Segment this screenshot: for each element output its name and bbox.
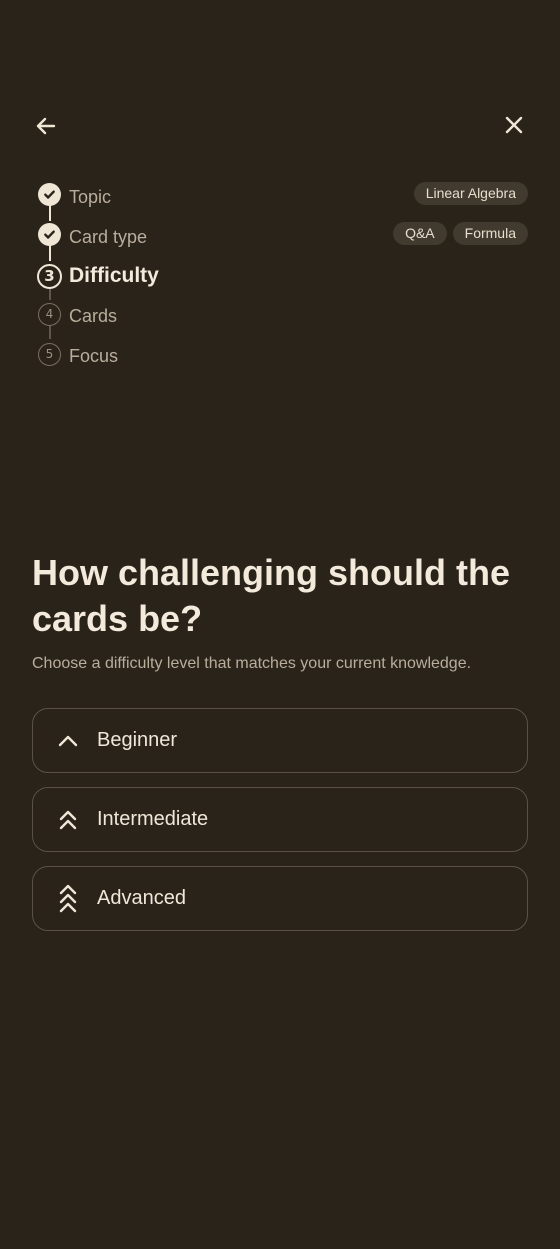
step-label: Focus bbox=[69, 345, 119, 366]
option-label: Intermediate bbox=[97, 808, 209, 830]
step-label: Difficulty bbox=[69, 264, 159, 287]
step-cards: 4 Cards bbox=[38, 300, 528, 328]
step-number-badge: 5 bbox=[38, 342, 61, 366]
step-label: Topic bbox=[69, 186, 112, 207]
step-focus: 5 Focus bbox=[38, 340, 528, 368]
option-label: Advanced bbox=[97, 887, 186, 909]
chevron-up-icon bbox=[56, 726, 80, 756]
check-icon bbox=[38, 182, 61, 206]
selection-chip-card-type: Formula bbox=[452, 222, 528, 245]
close-button[interactable] bbox=[496, 107, 532, 143]
step-difficulty: 3 Difficulty bbox=[37, 262, 528, 290]
option-label: Beginner bbox=[97, 729, 178, 751]
difficulty-option-intermediate[interactable]: Intermediate bbox=[32, 787, 528, 852]
step-label: Cards bbox=[69, 305, 118, 326]
selection-chip-card-type: Q&A bbox=[393, 222, 447, 245]
page-subtitle: Choose a difficulty level that matches y… bbox=[32, 655, 472, 672]
step-number-badge: 3 bbox=[37, 263, 62, 289]
step-number-badge: 4 bbox=[38, 302, 61, 326]
check-icon bbox=[38, 222, 61, 246]
arrow-left-icon bbox=[36, 117, 56, 135]
step-card-type[interactable]: Card type Q&A Formula bbox=[38, 220, 528, 248]
page-title: How challenging should the cards be? bbox=[32, 552, 511, 639]
close-icon bbox=[505, 116, 523, 134]
double-chevron-up-icon bbox=[56, 805, 80, 835]
selection-chip-topic: Linear Algebra bbox=[413, 182, 528, 205]
triple-chevron-up-icon bbox=[56, 884, 80, 914]
step-topic[interactable]: Topic Linear Algebra bbox=[38, 180, 528, 208]
difficulty-option-advanced[interactable]: Advanced bbox=[32, 866, 528, 931]
back-button[interactable] bbox=[28, 108, 64, 144]
step-label: Card type bbox=[69, 226, 148, 247]
difficulty-option-beginner[interactable]: Beginner bbox=[32, 708, 528, 773]
